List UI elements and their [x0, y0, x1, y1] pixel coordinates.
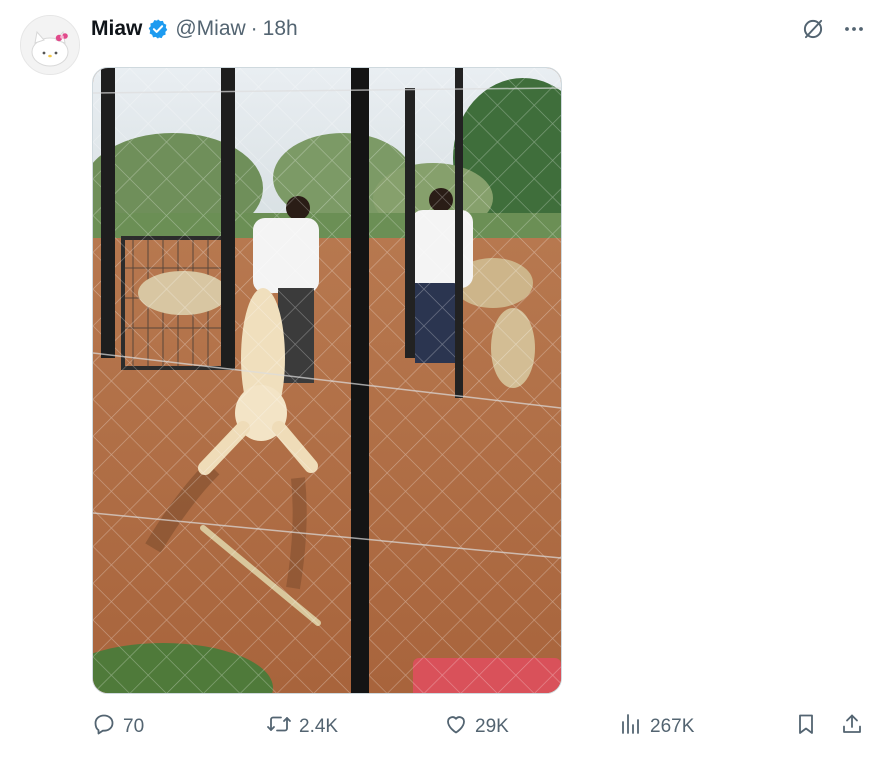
like-icon [444, 712, 468, 742]
repost-icon [266, 712, 292, 742]
post-top-actions [800, 16, 866, 42]
views-button[interactable]: 267K [619, 710, 694, 744]
repost-button[interactable]: 2.4K [266, 710, 338, 744]
post-time[interactable]: 18h [263, 17, 298, 41]
repost-count: 2.4K [299, 716, 339, 737]
like-count: 29K [475, 716, 509, 737]
reply-icon [92, 712, 116, 742]
author-handle[interactable]: @Miaw [175, 17, 245, 41]
avatar[interactable] [20, 15, 80, 75]
views-count: 267K [650, 716, 695, 737]
photo-lion-cage-icon [93, 68, 561, 693]
post-image[interactable] [92, 67, 562, 694]
post-actions: 70 2.4K 29K 267K [88, 710, 868, 744]
grok-icon[interactable] [800, 16, 826, 42]
share-button[interactable] [840, 710, 864, 744]
author-name[interactable]: Miaw [91, 17, 142, 41]
share-icon [840, 712, 864, 742]
like-button[interactable]: 29K [444, 710, 509, 744]
hello-kitty-avatar-icon [21, 16, 79, 74]
reply-button[interactable]: 70 [92, 710, 144, 744]
more-icon[interactable] [842, 17, 866, 41]
views-icon [619, 712, 643, 742]
bookmark-button[interactable] [794, 710, 818, 744]
verified-badge-icon [147, 18, 169, 40]
post-header: Miaw @Miaw · 18h [91, 14, 298, 44]
bookmark-icon [794, 712, 818, 742]
reply-count: 70 [123, 716, 145, 737]
separator-dot: · [250, 17, 258, 40]
